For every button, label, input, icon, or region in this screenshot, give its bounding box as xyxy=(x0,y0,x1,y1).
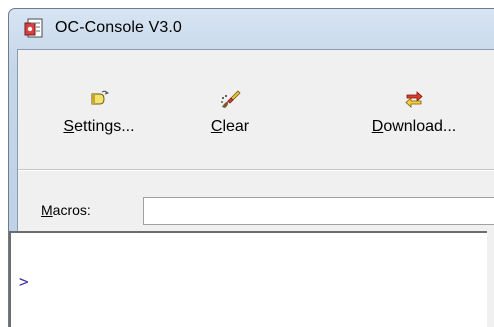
download-icon xyxy=(403,88,425,110)
clear-accel: C xyxy=(210,118,223,135)
console-output[interactable]: > xyxy=(9,231,487,327)
window-title: OC-Console V3.0 xyxy=(55,19,182,36)
toolbar-divider xyxy=(18,169,494,171)
macros-label: Macros: xyxy=(41,202,91,218)
clear-label: lear xyxy=(222,118,250,135)
macros-input[interactable] xyxy=(143,197,494,225)
clear-button[interactable]: Clear xyxy=(200,88,260,158)
clear-icon xyxy=(219,88,241,110)
settings-accel: S xyxy=(63,118,75,135)
app-window: OC-Console V3.0 Settings... Clear Downlo… xyxy=(8,8,494,327)
settings-icon xyxy=(88,88,110,110)
download-button[interactable]: Download... xyxy=(354,88,474,158)
download-label: ownload... xyxy=(383,118,457,135)
title-bar[interactable]: OC-Console V3.0 xyxy=(9,9,494,43)
console-prompt: > xyxy=(19,272,29,291)
toolbar: Settings... Clear Download... xyxy=(18,50,494,162)
download-accel: D xyxy=(371,118,384,135)
settings-button[interactable]: Settings... xyxy=(59,88,139,158)
settings-label: ettings... xyxy=(74,118,135,135)
document-icon[interactable] xyxy=(24,17,46,39)
